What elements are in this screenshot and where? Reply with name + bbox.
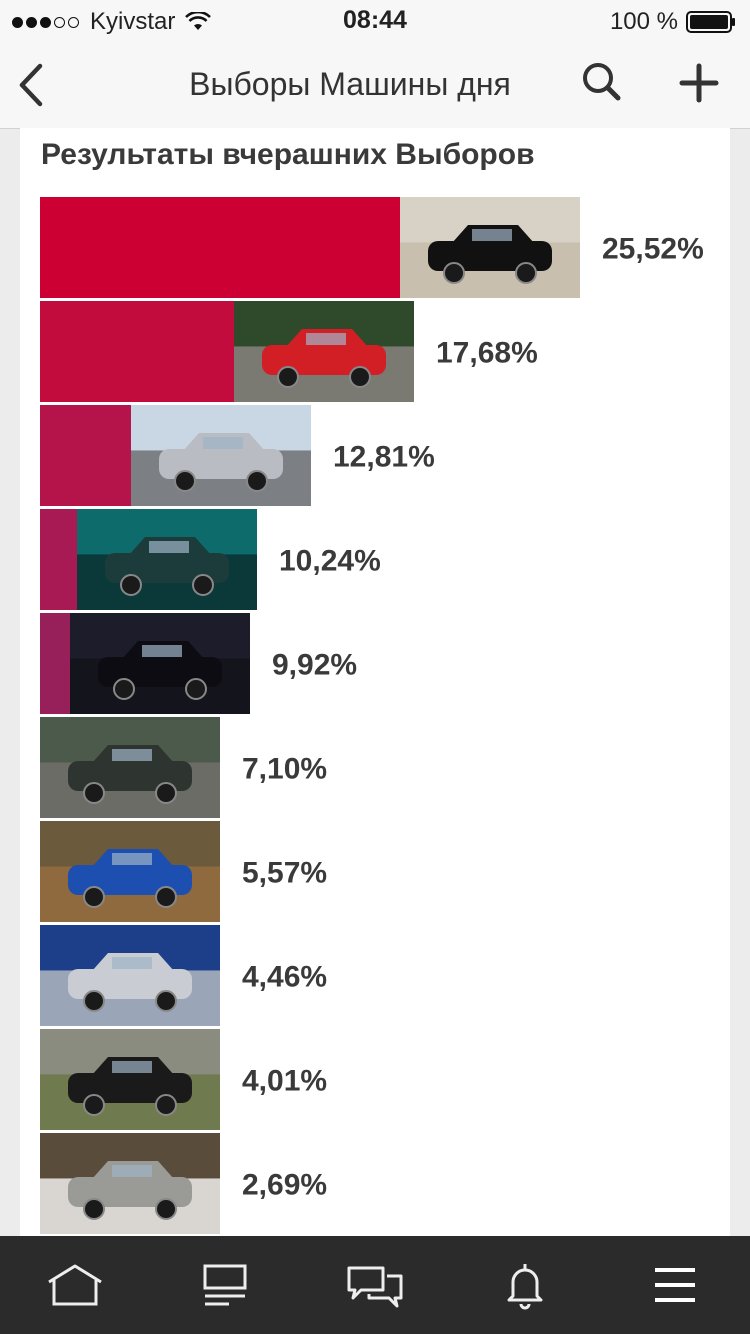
car-photo-5 xyxy=(70,613,250,714)
car-photo-9 xyxy=(40,1029,220,1130)
car-photo-7 xyxy=(40,821,220,922)
home-icon[interactable] xyxy=(45,1260,105,1310)
bar-3 xyxy=(40,405,131,506)
car-photo-8 xyxy=(40,925,220,1026)
car-photo-6 xyxy=(40,717,220,818)
chart-title: Результаты вчерашних Выборов xyxy=(41,138,535,171)
bottom-tab-bar xyxy=(0,1236,750,1334)
search-icon[interactable] xyxy=(578,58,626,106)
status-right: 100 % xyxy=(610,8,736,36)
battery-icon xyxy=(686,11,735,33)
feed-icon[interactable] xyxy=(195,1260,255,1310)
value-label-2: 17,68% xyxy=(436,337,538,370)
add-icon[interactable] xyxy=(676,60,722,106)
car-photo-2 xyxy=(234,301,414,402)
value-label-8: 4,46% xyxy=(242,961,327,994)
results-card: 25,52% 17,68% 12,81% 10,24% 9,92% 7,10% 5,57% 4… xyxy=(20,128,730,1236)
bar-5 xyxy=(40,613,70,714)
bar-4 xyxy=(40,509,77,610)
bar-1 xyxy=(40,197,400,298)
car-photo-1 xyxy=(400,197,580,298)
value-label-9: 4,01% xyxy=(242,1065,327,1098)
value-label-3: 12,81% xyxy=(333,441,435,474)
value-label-7: 5,57% xyxy=(242,857,327,890)
value-label-6: 7,10% xyxy=(242,753,327,786)
car-photo-4 xyxy=(77,509,257,610)
results-chart: 25,52% 17,68% 12,81% 10,24% 9,92% 7,10% 5,57% 4… xyxy=(40,197,704,1234)
battery-percent: 100 % xyxy=(609,8,678,35)
messages-icon[interactable] xyxy=(345,1260,405,1310)
car-photo-10 xyxy=(40,1133,220,1234)
menu-icon[interactable] xyxy=(645,1260,705,1310)
status-bar: Kyivstar 08:44 100 % xyxy=(0,0,750,40)
value-label-4: 10,24% xyxy=(279,545,381,578)
value-label-10: 2,69% xyxy=(242,1169,327,1202)
car-photo-3 xyxy=(131,405,311,506)
value-label-5: 9,92% xyxy=(272,649,357,682)
bar-2 xyxy=(40,301,234,402)
bell-icon[interactable] xyxy=(495,1260,555,1310)
value-label-1: 25,52% xyxy=(602,233,704,266)
navigation-bar: Выборы Машины дня xyxy=(0,40,750,129)
